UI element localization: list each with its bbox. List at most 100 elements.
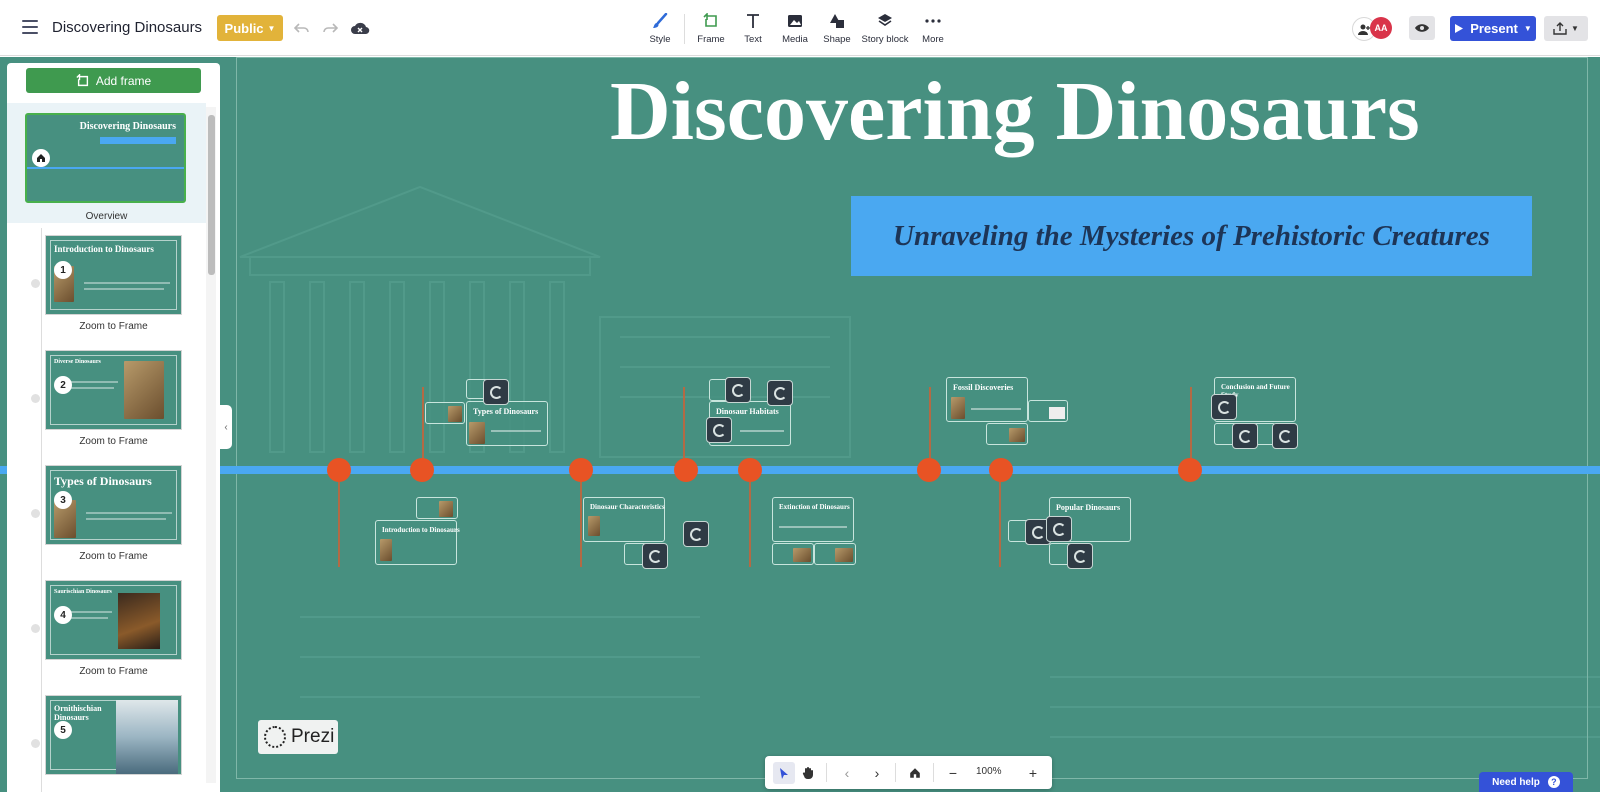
user-avatar[interactable]: AA xyxy=(1370,17,1392,39)
dinosaur-photo xyxy=(124,361,164,419)
frames-panel: Add frame Discovering Dinosaurs Overview… xyxy=(7,63,220,792)
subtopic-frame[interactable] xyxy=(1028,400,1068,422)
step-thumb-title: Ornithischian Dinosaurs xyxy=(54,704,102,722)
step-thumb-title: Diverse Dinosaurs xyxy=(54,359,101,365)
cloud-sync-icon[interactable] xyxy=(350,18,370,38)
path-step-1[interactable]: Introduction to Dinosaurs 1 Zoom to Fram… xyxy=(7,232,206,350)
hand-icon xyxy=(802,767,813,780)
dinosaur-photo xyxy=(448,406,462,422)
select-tool-button[interactable] xyxy=(773,762,795,784)
step-bullet xyxy=(31,624,40,633)
subtitle-box[interactable]: Unraveling the Mysteries of Prehistoric … xyxy=(851,196,1532,276)
presentation-canvas[interactable]: Discovering Dinosaurs Unraveling the Mys… xyxy=(0,57,1600,792)
pan-tool-button[interactable] xyxy=(797,762,819,784)
home-icon xyxy=(32,149,50,167)
story-block-tool[interactable]: Story block xyxy=(859,10,911,50)
timeline-dot[interactable] xyxy=(327,458,351,482)
home-button[interactable] xyxy=(904,762,926,784)
redo-icon[interactable] xyxy=(320,18,340,38)
style-tool[interactable]: Style xyxy=(640,10,680,50)
overview-label: Overview xyxy=(85,211,128,222)
frame-icon xyxy=(703,10,719,32)
path-step-5[interactable]: Ornithischian Dinosaurs 5 xyxy=(7,692,206,792)
undo-icon[interactable] xyxy=(292,18,312,38)
canvas-subtitle: Unraveling the Mysteries of Prehistoric … xyxy=(893,219,1490,252)
play-icon xyxy=(1455,24,1464,33)
add-frame-label: Add frame xyxy=(95,73,152,88)
timeline-dot[interactable] xyxy=(674,458,698,482)
zoom-out-button[interactable]: − xyxy=(942,762,964,784)
subtopic-frame[interactable] xyxy=(425,402,465,424)
museum-photo xyxy=(118,593,160,649)
timeline-dot[interactable] xyxy=(410,458,434,482)
text-placeholder-line xyxy=(779,526,847,528)
text-placeholder-line xyxy=(740,430,784,432)
text-placeholder-line xyxy=(84,288,164,290)
add-frame-button[interactable]: Add frame xyxy=(26,68,201,93)
topic-frame-intro[interactable]: Introduction to Dinosaurs xyxy=(375,520,460,565)
text-tool[interactable]: Text xyxy=(733,10,773,50)
dinosaur-photo xyxy=(588,516,600,536)
overview-item[interactable]: Discovering Dinosaurs Overview xyxy=(7,103,206,223)
collapse-panel-button[interactable]: ‹ xyxy=(220,405,232,449)
brush-icon xyxy=(652,10,668,32)
text-placeholder-line xyxy=(971,408,1021,410)
story-block-label: Story block xyxy=(861,34,909,45)
cursor-icon xyxy=(780,767,788,779)
next-step-button[interactable]: › xyxy=(866,762,888,784)
zoom-level[interactable]: 100% xyxy=(976,766,1002,777)
chevron-left-icon: ‹ xyxy=(224,421,228,433)
zoom-in-button[interactable]: + xyxy=(1022,762,1044,784)
more-tool[interactable]: More xyxy=(913,10,953,50)
topic-frame-characteristics[interactable]: Dinosaur Characteristics xyxy=(583,497,665,542)
timeline-dot[interactable] xyxy=(569,458,593,482)
media-tool[interactable]: Media xyxy=(775,10,815,50)
chevron-down-icon: ▼ xyxy=(1523,24,1532,33)
text-placeholder-line xyxy=(491,430,541,432)
subtopic-frame[interactable] xyxy=(772,543,814,565)
frame-tool[interactable]: Frame xyxy=(691,10,731,50)
dinosaur-photo xyxy=(469,422,485,444)
overview-thumb-title: Discovering Dinosaurs xyxy=(79,121,176,132)
prezi-wordmark: Prezi xyxy=(291,726,335,747)
preview-button[interactable] xyxy=(1409,16,1435,40)
timeline-dot[interactable] xyxy=(917,458,941,482)
canvas-title[interactable]: Discovering Dinosaurs xyxy=(610,63,1420,160)
shape-tool[interactable]: Shape xyxy=(817,10,857,50)
topic-frame-extinction[interactable]: Extinction of Dinosaurs xyxy=(772,497,854,542)
need-help-button[interactable]: Need help ? xyxy=(1479,772,1573,792)
export-button[interactable]: ▼ xyxy=(1544,16,1588,41)
step-thumb-title: Saurischian Dinosaurs xyxy=(54,589,112,595)
step-number: 1 xyxy=(54,261,72,279)
visibility-button[interactable]: Public ▼ xyxy=(217,15,283,41)
present-button[interactable]: Present ▼ xyxy=(1450,16,1536,41)
topic-frame-fossil[interactable]: Fossil Discoveries xyxy=(946,377,1028,422)
more-label: More xyxy=(922,34,944,45)
prezi-logo: Prezi xyxy=(258,720,338,754)
toolbar-divider xyxy=(933,763,934,782)
timeline-dot[interactable] xyxy=(989,458,1013,482)
previous-step-button[interactable]: ‹ xyxy=(836,762,858,784)
overview-thumb-timeline xyxy=(27,167,184,169)
path-step-4[interactable]: Saurischian Dinosaurs 4 Zoom to Frame xyxy=(7,577,206,695)
document-title[interactable]: Discovering Dinosaurs xyxy=(52,19,202,36)
timeline-dot[interactable] xyxy=(1178,458,1202,482)
topic-frame-types[interactable]: Types of Dinosaurs xyxy=(466,401,548,446)
frames-list[interactable]: Discovering Dinosaurs Overview Introduct… xyxy=(7,103,220,792)
timeline-dot[interactable] xyxy=(738,458,762,482)
timeline-stem xyxy=(338,477,340,567)
loading-spinner xyxy=(725,377,751,403)
subtopic-frame[interactable] xyxy=(814,543,856,565)
path-step-2[interactable]: Diverse Dinosaurs 2 Zoom to Frame xyxy=(7,347,206,465)
need-help-label: Need help xyxy=(1492,776,1540,788)
topic-title: Introduction to Dinosaurs xyxy=(382,526,460,534)
subtopic-frame[interactable] xyxy=(416,497,458,519)
path-step-3[interactable]: Types of Dinosaurs 3 Zoom to Frame xyxy=(7,462,206,580)
timeline-stem xyxy=(580,477,582,567)
panel-scrollbar-thumb[interactable] xyxy=(208,115,215,275)
subtopic-frame[interactable] xyxy=(986,423,1028,445)
menu-icon[interactable] xyxy=(22,20,38,34)
loading-spinner xyxy=(1232,423,1258,449)
classroom-photo xyxy=(116,700,178,774)
diagram-thumbnail xyxy=(1049,407,1065,419)
